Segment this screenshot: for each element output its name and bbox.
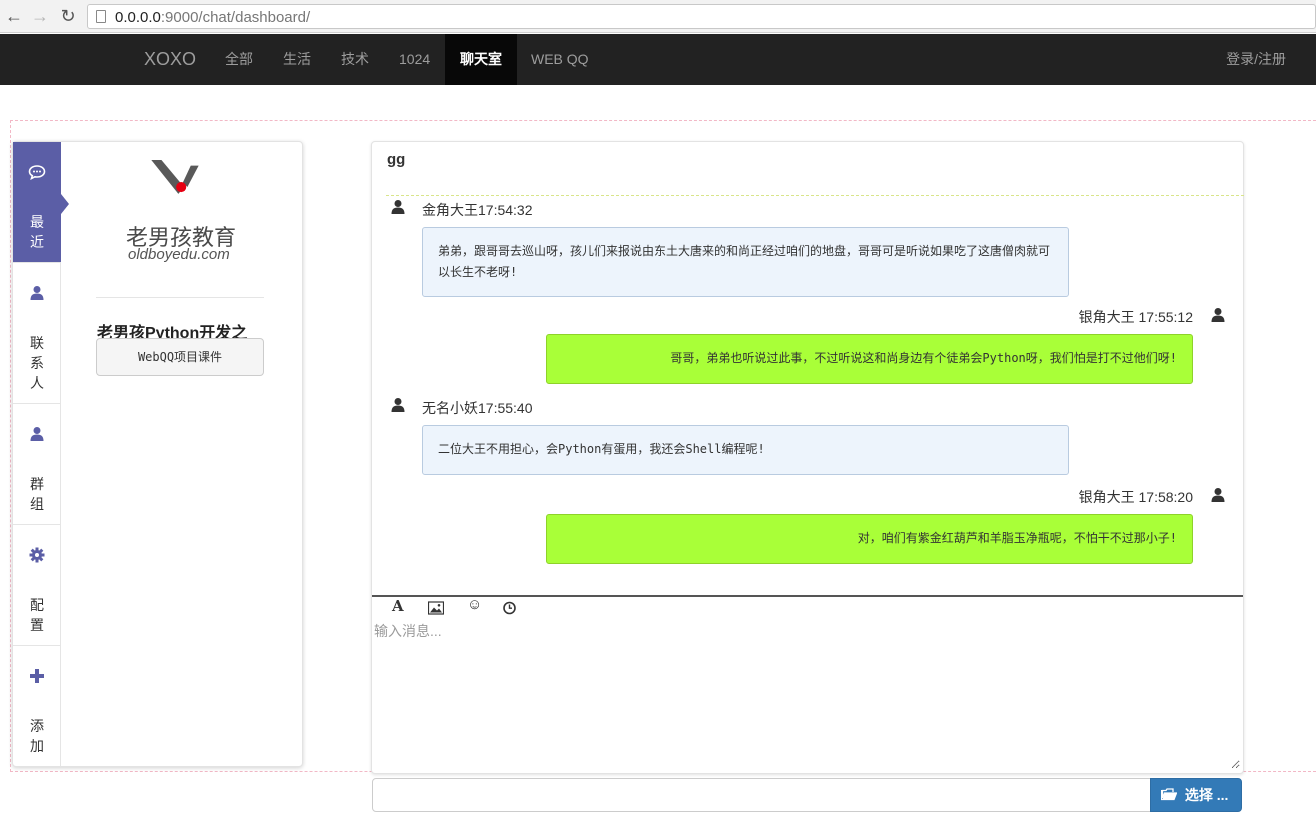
browser-toolbar: ← → ↻ 0.0.0.0:9000/chat/dashboard/ bbox=[0, 0, 1316, 33]
sidebar-tab-label: 群组 bbox=[30, 476, 44, 512]
plus-icon bbox=[13, 668, 61, 687]
sidebar-tab-label: 添加 bbox=[30, 718, 44, 754]
message-bubble: 对，咱们有紫金红葫芦和羊脂玉净瓶呢，不怕干不过那小子! bbox=[546, 514, 1193, 564]
forward-arrow-icon[interactable]: → bbox=[30, 6, 50, 26]
sidebar-tab-settings[interactable]: 配置 bbox=[13, 525, 61, 646]
sidebar-tab-groups[interactable]: 群组 bbox=[13, 404, 61, 525]
top-navbar: XOXO 全部 生活 技术 1024 聊天室 WEB QQ 登录/注册 bbox=[0, 34, 1316, 85]
nav-item-all[interactable]: 全部 bbox=[210, 34, 268, 85]
sidebar-tab-contacts[interactable]: 联系人 bbox=[13, 263, 61, 404]
brand-link[interactable]: XOXO bbox=[144, 49, 196, 70]
font-icon[interactable]: A bbox=[392, 597, 404, 615]
sidebar-tab-add[interactable]: 添加 bbox=[13, 646, 61, 766]
user-icon bbox=[1211, 488, 1225, 502]
panel-divider bbox=[96, 297, 264, 298]
chat-panel: gg 金角大王17:54:32 弟弟，跟哥哥去巡山呀，孩儿们来报说由东土大唐来的… bbox=[371, 141, 1244, 774]
reload-icon[interactable]: ↻ bbox=[58, 6, 78, 26]
title-separator bbox=[386, 195, 1244, 196]
sidebar-tab-label: 联系人 bbox=[30, 335, 44, 391]
left-panel: 最近 联系人 群组 配置 添加 老男孩教育 oldboyedu.com 老男孩P… bbox=[12, 141, 303, 767]
message-input[interactable] bbox=[374, 621, 1240, 769]
sidebar-tab-label: 最近 bbox=[30, 214, 44, 250]
sidebar-tabs: 最近 联系人 群组 配置 添加 bbox=[13, 142, 69, 766]
sidebar-tab-label: 配置 bbox=[30, 597, 44, 633]
address-bar[interactable]: 0.0.0.0:9000/chat/dashboard/ bbox=[87, 4, 1316, 29]
user-icon bbox=[391, 398, 405, 412]
choose-button-label: 选择 ... bbox=[1184, 787, 1229, 803]
message-header: 银角大王 17:58:20 bbox=[1078, 489, 1193, 505]
comment-icon bbox=[13, 164, 61, 183]
file-path-field[interactable] bbox=[372, 778, 1151, 812]
gear-icon bbox=[13, 547, 61, 566]
logo-english-text: oldboyedu.com bbox=[128, 246, 230, 263]
user-icon bbox=[13, 426, 61, 445]
nav-item-webqq[interactable]: WEB QQ bbox=[516, 34, 604, 85]
message-header: 金角大王17:54:32 bbox=[422, 202, 533, 218]
message-header: 银角大王 17:55:12 bbox=[1078, 309, 1193, 325]
sidebar-tab-recent[interactable]: 最近 bbox=[13, 142, 69, 263]
url-text: 0.0.0.0:9000/chat/dashboard/ bbox=[115, 9, 311, 26]
folder-open-icon bbox=[1160, 788, 1178, 801]
oldboy-logo bbox=[151, 160, 199, 194]
clock-icon[interactable] bbox=[503, 600, 516, 616]
login-register-link[interactable]: 登录/注册 bbox=[1226, 34, 1286, 85]
message-bubble: 二位大王不用担心，会Python有蛋用，我还会Shell编程呢! bbox=[422, 425, 1069, 475]
nav-item-1024[interactable]: 1024 bbox=[384, 34, 445, 85]
course-button[interactable]: WebQQ项目课件 bbox=[96, 338, 264, 376]
back-arrow-icon[interactable]: ← bbox=[4, 6, 24, 26]
page-icon bbox=[96, 10, 106, 23]
user-icon bbox=[1211, 308, 1225, 322]
user-icon bbox=[13, 285, 61, 304]
nav-item-tech[interactable]: 技术 bbox=[326, 34, 384, 85]
smiley-icon[interactable]: ☺ bbox=[467, 596, 482, 613]
message-bubble: 哥哥，弟弟也听说过此事，不过听说这和尚身边有个徒弟会Python呀，我们怕是打不… bbox=[546, 334, 1193, 384]
message-bubble: 弟弟，跟哥哥去巡山呀，孩儿们来报说由东土大唐来的和尚正经过咱们的地盘，哥哥可是听… bbox=[422, 227, 1069, 297]
message-header: 无名小妖17:55:40 bbox=[422, 400, 533, 416]
nav-item-chatroom[interactable]: 聊天室 bbox=[445, 34, 517, 85]
choose-file-button[interactable]: 选择 ... bbox=[1150, 778, 1242, 812]
image-icon[interactable] bbox=[428, 600, 444, 616]
nav-item-life[interactable]: 生活 bbox=[268, 34, 326, 85]
user-icon bbox=[391, 200, 405, 214]
compose-separator bbox=[372, 595, 1243, 597]
chat-title: gg bbox=[387, 151, 406, 168]
